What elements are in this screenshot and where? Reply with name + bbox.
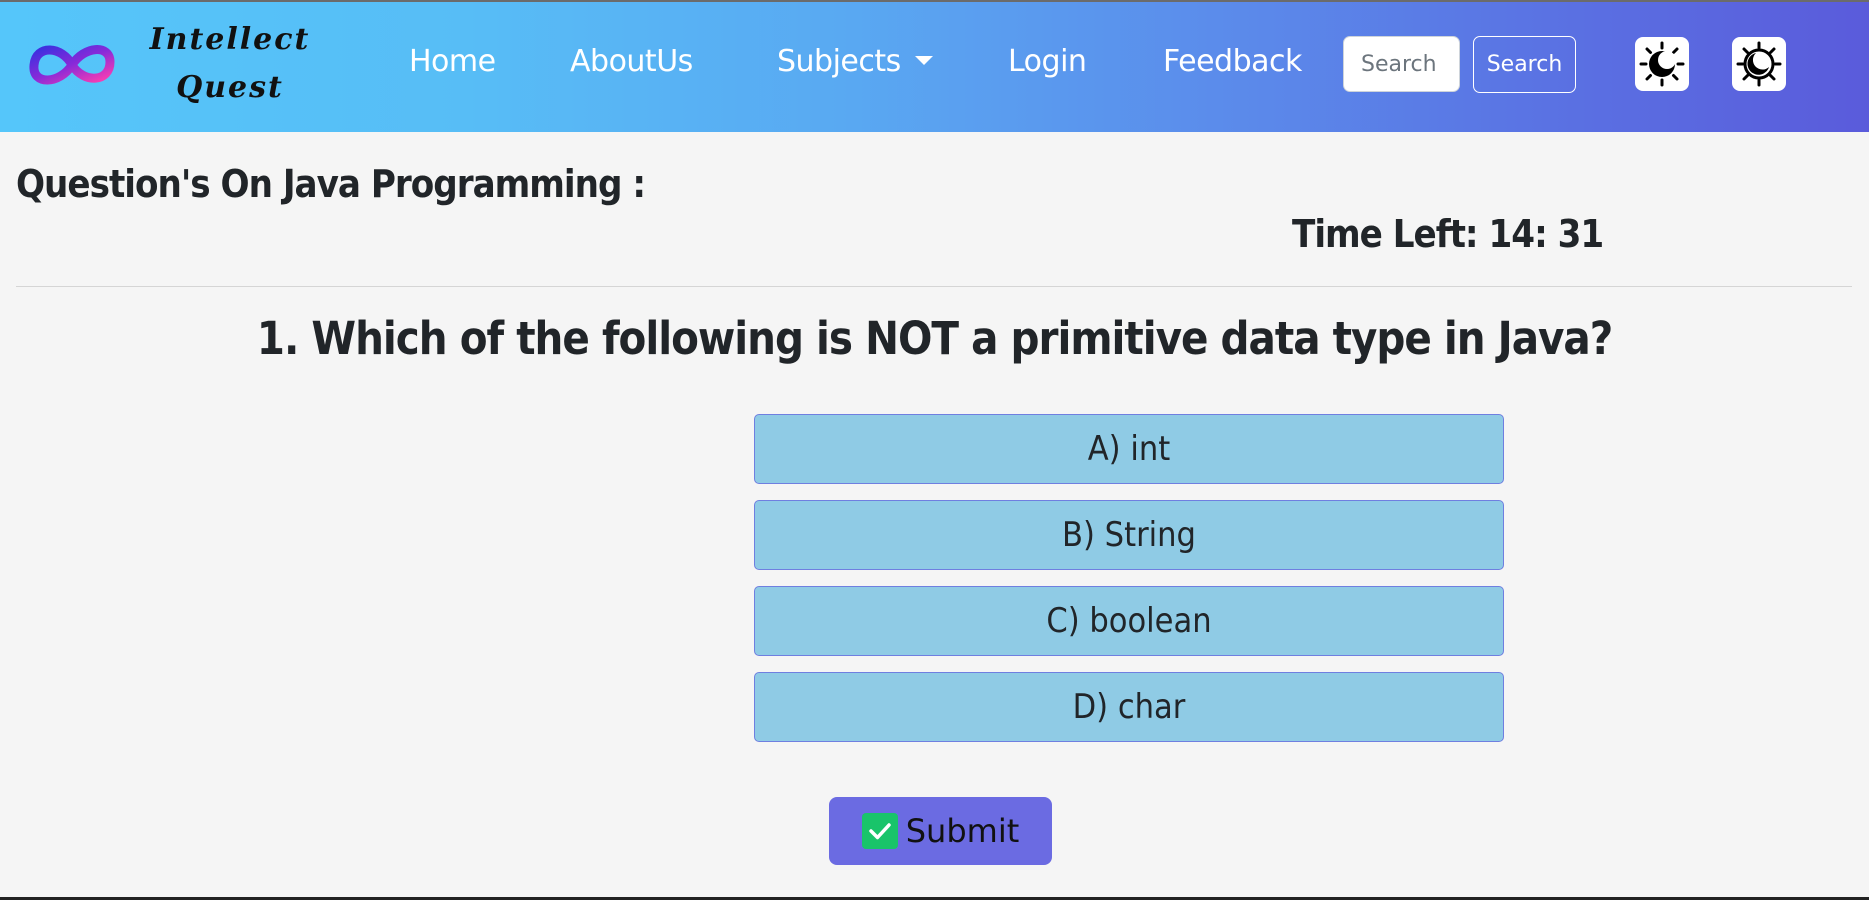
theme-toggle-light-button[interactable] bbox=[1635, 37, 1689, 91]
brand-line-2: Quest bbox=[176, 70, 284, 105]
nav-home-link[interactable]: Home bbox=[409, 44, 496, 79]
divider bbox=[16, 286, 1852, 287]
light-mode-icon bbox=[1639, 41, 1685, 87]
search-button[interactable]: Search bbox=[1473, 36, 1576, 93]
nav-subjects-label: Subjects bbox=[777, 44, 901, 79]
option-c-button[interactable]: C) boolean bbox=[754, 586, 1504, 656]
question-text: 1. Which of the following is NOT a primi… bbox=[256, 312, 1613, 365]
chevron-down-icon bbox=[914, 56, 933, 65]
quiz-heading: Question's On Java Programming : bbox=[16, 162, 646, 206]
nav-aboutus-link[interactable]: AboutUs bbox=[570, 44, 693, 79]
dark-mode-icon bbox=[1736, 41, 1782, 87]
submit-button[interactable]: Submit bbox=[829, 797, 1052, 865]
time-left: Time Left: 14: 31 bbox=[1292, 212, 1604, 256]
brand-line-1: Intellect bbox=[149, 22, 311, 57]
nav-feedback-link[interactable]: Feedback bbox=[1163, 44, 1302, 79]
nav-login-link[interactable]: Login bbox=[1008, 44, 1087, 79]
brand-name[interactable]: Intellect Quest bbox=[140, 16, 320, 112]
option-d-button[interactable]: D) char bbox=[754, 672, 1504, 742]
infinity-logo-icon[interactable] bbox=[26, 32, 118, 98]
navbar: Intellect Quest Home AboutUs Subjects Lo… bbox=[0, 2, 1869, 132]
checkmark-icon bbox=[861, 813, 898, 849]
option-b-button[interactable]: B) String bbox=[754, 500, 1504, 570]
option-a-button[interactable]: A) int bbox=[754, 414, 1504, 484]
search-input[interactable] bbox=[1343, 36, 1460, 92]
theme-toggle-dark-button[interactable] bbox=[1732, 37, 1786, 91]
submit-label: Submit bbox=[905, 812, 1020, 850]
nav-subjects-dropdown[interactable]: Subjects bbox=[777, 44, 933, 79]
